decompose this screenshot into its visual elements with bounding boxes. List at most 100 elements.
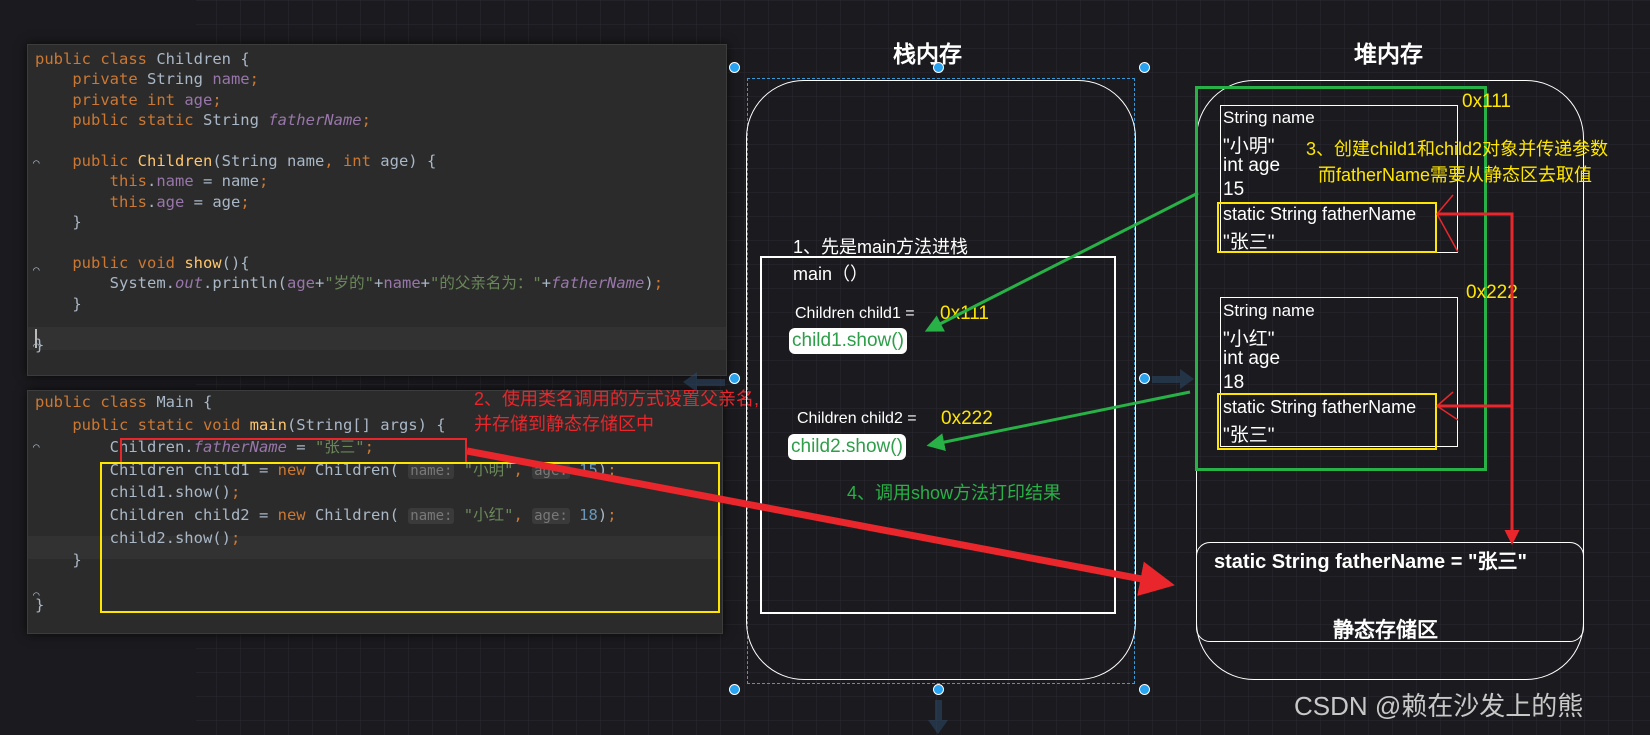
code-token: } (35, 596, 45, 615)
child2-declaration: Children child2 = (797, 410, 917, 427)
code-line: public static String fatherName; (35, 110, 371, 131)
code-token: String (202, 111, 269, 130)
code-token: . (146, 192, 157, 211)
selection-handle[interactable] (729, 684, 740, 695)
code-token: Main { (156, 393, 213, 411)
code-token: name (212, 70, 250, 89)
code-token: ; (240, 192, 250, 211)
children-class-code-panel: ⌒ ⌒ ⌒ public class Children { private St… (27, 44, 727, 376)
code-token: private (35, 70, 147, 89)
code-token: ; (212, 90, 222, 109)
code-line: public class Children { (35, 49, 250, 70)
code-token: String (146, 70, 213, 89)
code-token: } (35, 213, 82, 232)
annotation-step-2-line-1: 2、使用类名调用的方式设置父亲名, (474, 389, 760, 409)
object2-static-value: "张三" (1223, 425, 1275, 446)
selection-handle[interactable] (1139, 373, 1150, 384)
code-token: = name (193, 172, 259, 191)
code-line: public Children(String name, int age) { (35, 151, 436, 172)
heap-step-3-line-1: 3、创建child1和child2对象并传递参数 (1306, 139, 1609, 159)
stack-step-4-text: 4、调用show方法打印结果 (847, 483, 1062, 503)
code-token: (String name (212, 152, 325, 170)
code-token: . (146, 172, 157, 191)
object1-name-field: String name (1223, 108, 1315, 127)
code-token: , int (324, 152, 381, 170)
code-token: age (286, 274, 315, 293)
code-line: private int age; (35, 90, 222, 111)
selection-handle[interactable] (729, 62, 740, 73)
object1-static-field: static String fatherName (1223, 204, 1417, 224)
code-token: show (184, 254, 222, 272)
code-token: name (383, 274, 421, 293)
current-line-highlight (28, 327, 726, 350)
object1-age-field: int age (1223, 155, 1281, 176)
code-line: this.age = age; (35, 192, 250, 213)
code-token: name (156, 172, 194, 191)
selection-handle[interactable] (933, 684, 944, 695)
selection-handle[interactable] (1139, 62, 1150, 73)
code-token: + (420, 274, 431, 293)
child1-address: 0x111 (940, 303, 989, 324)
code-line: } (35, 212, 82, 233)
code-token: ; (361, 111, 371, 130)
code-token: age (156, 192, 185, 211)
main-frame-label: main（） (793, 264, 869, 284)
child1-show-call: child1.show() (789, 328, 907, 354)
code-token: public void (35, 254, 185, 272)
static-storage-label: 静态存储区 (1333, 619, 1438, 642)
code-token: fatherName (551, 274, 645, 293)
code-token: "岁的" (324, 274, 374, 293)
object2-age-field: int age (1223, 348, 1281, 369)
code-line: } (35, 335, 44, 356)
code-token: age) { (380, 152, 437, 170)
code-token: public static void (35, 415, 250, 434)
code-token: public static (35, 111, 203, 130)
selection-handle[interactable] (729, 373, 740, 384)
code-token: public (35, 152, 138, 170)
code-line: private String name; (35, 69, 259, 90)
object2-static-field: static String fatherName (1223, 397, 1417, 417)
object1-age-value: 15 (1223, 179, 1245, 200)
code-token: public class (35, 50, 157, 68)
child2-address: 0x222 (941, 408, 993, 429)
code-token: "的父亲名为：" (430, 274, 542, 293)
code-token: + (541, 274, 552, 293)
child2-show-call: child2.show() (788, 434, 906, 460)
object2-address: 0x222 (1466, 282, 1518, 303)
static-assign-highlight-box (120, 438, 467, 464)
selection-handle[interactable] (1139, 684, 1150, 695)
code-token: this (35, 192, 147, 211)
code-line: System.out.println(age+"岁的"+name+"的父亲名为：… (35, 273, 663, 294)
code-token: ; (653, 274, 664, 293)
code-token: main (249, 415, 287, 434)
object1-name-value: "小明" (1223, 136, 1275, 157)
code-token: + (374, 274, 384, 293)
object2-name-value: "小红" (1223, 329, 1275, 350)
code-line: public static void main(String[] args) { (35, 415, 446, 436)
code-token: this (35, 172, 147, 191)
code-token: } (35, 294, 82, 313)
code-line: } (35, 294, 82, 315)
stack-memory-title: 栈内存 (893, 41, 962, 67)
code-token: fatherName (268, 111, 362, 130)
code-token: ; (258, 172, 269, 191)
object2-name-field: String name (1223, 301, 1315, 320)
static-storage-value: static String fatherName = "张三" (1214, 551, 1527, 573)
code-line: } (35, 550, 82, 571)
code-token: Children { (156, 50, 250, 68)
code-token: (String[] args) { (286, 415, 446, 434)
code-token: } (35, 551, 82, 570)
heap-step-3-line-2: 而fatherName需要从静态区去取值 (1318, 165, 1593, 185)
watermark: CSDN @赖在沙发上的熊 (1294, 691, 1584, 721)
selection-handle[interactable] (933, 62, 944, 73)
code-token: = age (184, 192, 241, 211)
code-token: (){ (221, 254, 250, 272)
code-token: .println( (202, 274, 287, 293)
code-token: Children (137, 152, 213, 170)
child1-declaration: Children child1 = (795, 305, 915, 322)
object1-address: 0x111 (1462, 91, 1511, 112)
heap-memory-title: 堆内存 (1354, 41, 1423, 67)
code-token: ; (249, 70, 259, 89)
object-creation-highlight-box (100, 462, 720, 613)
code-token: public class (35, 393, 157, 411)
